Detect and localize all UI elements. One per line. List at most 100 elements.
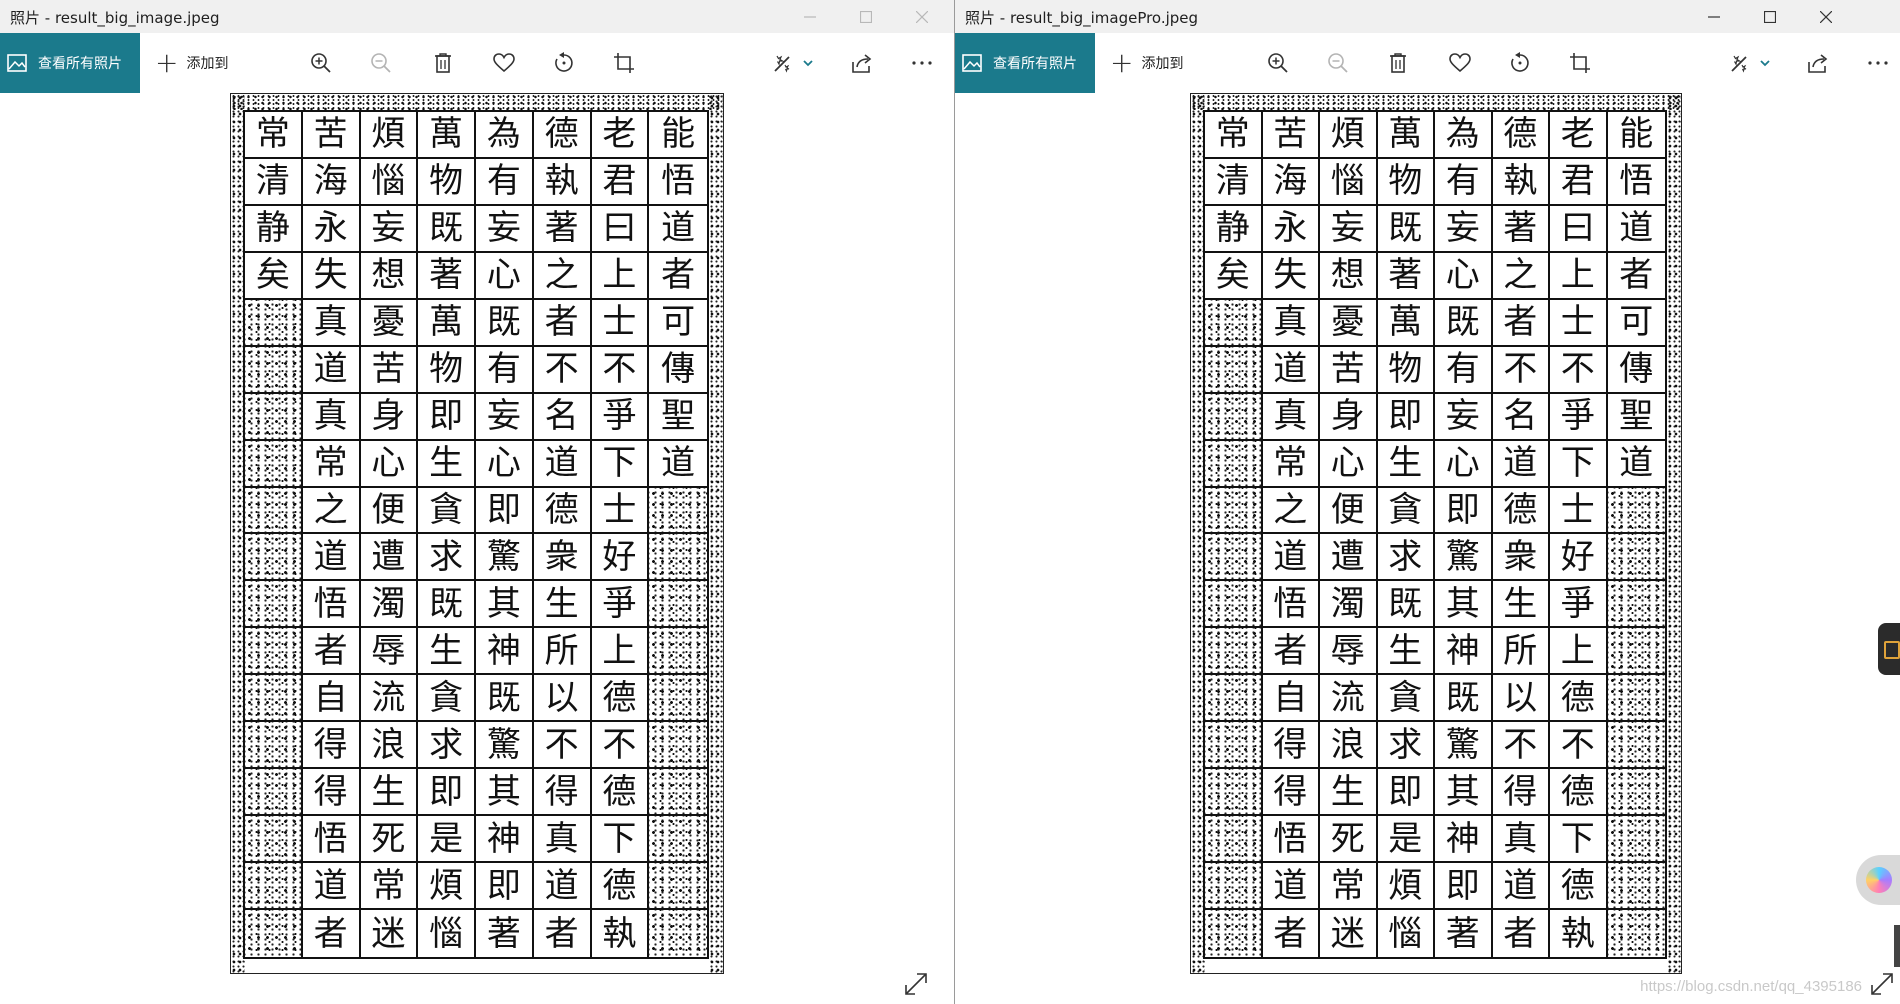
manuscript-cell: 上 <box>1550 628 1608 676</box>
manuscript-cell: 德 <box>533 487 592 535</box>
view-all-photos-button[interactable]: 查看所有照片 <box>0 33 140 93</box>
manuscript-cell: 求 <box>418 722 476 770</box>
manuscript-cell <box>1607 816 1665 864</box>
zoom-in-button[interactable] <box>1262 47 1294 79</box>
add-to-button[interactable]: + 添加到 <box>155 33 228 93</box>
share-button[interactable] <box>1802 47 1834 79</box>
manuscript-cell: 下 <box>591 816 650 864</box>
zoom-in-button[interactable] <box>305 47 337 79</box>
photo-toolbar: 查看所有照片 + 添加到 <box>0 33 954 93</box>
manuscript-cell: 君 <box>1550 158 1608 206</box>
manuscript-cell: 想 <box>360 252 419 300</box>
manuscript-image: 常苦煩萬為德老能清海惱物有執君悟静永妄既妄著曰道矣失想著心之上者真憂萬既者士可道… <box>230 93 724 974</box>
manuscript-cell <box>649 863 707 911</box>
manuscript-cell: 浪 <box>1320 722 1378 770</box>
manuscript-cell: 能 <box>1607 112 1665 159</box>
delete-button[interactable] <box>1382 47 1414 79</box>
manuscript-cell <box>1205 675 1263 723</box>
manuscript-cell: 神 <box>476 628 534 676</box>
delete-button[interactable] <box>427 47 459 79</box>
maximize-button[interactable] <box>838 0 894 33</box>
crop-button[interactable] <box>608 47 640 79</box>
crop-button[interactable] <box>1564 47 1596 79</box>
manuscript-cell: 得 <box>1262 722 1320 770</box>
manuscript-grid: 常苦煩萬為德老能清海惱物有執君悟静永妄既妄著曰道矣失想著心之上者真憂萬既者士可道… <box>243 110 709 959</box>
rotate-button[interactable] <box>1504 47 1536 79</box>
manuscript-cell: 其 <box>476 581 534 629</box>
manuscript-cell: 静 <box>245 205 303 253</box>
share-button[interactable] <box>846 47 878 79</box>
rotate-button[interactable] <box>548 47 580 79</box>
manuscript-cell: 即 <box>418 769 476 817</box>
manuscript-cell: 執 <box>591 910 650 957</box>
manuscript-cell: 遭 <box>1320 534 1378 582</box>
title-bar[interactable]: 照片 - result_big_image.jpeg <box>0 0 954 33</box>
manuscript-cell: 道 <box>1262 346 1320 394</box>
more-options-button[interactable] <box>906 47 938 79</box>
manuscript-cell: 士 <box>591 487 650 535</box>
zoom-out-button[interactable] <box>365 47 397 79</box>
photo-viewer[interactable]: 常苦煩萬為德老能清海惱物有執君悟静永妄既妄著曰道矣失想著心之上者真憂萬既者士可道… <box>0 93 954 1004</box>
manuscript-cell: 苦 <box>302 112 361 159</box>
manuscript-cell: 不 <box>533 722 592 770</box>
manuscript-cell: 辱 <box>1320 628 1378 676</box>
minimize-button[interactable] <box>1686 0 1742 33</box>
manuscript-cell: 心 <box>360 440 419 488</box>
scrollbar[interactable] <box>1894 925 1900 967</box>
minimize-button[interactable] <box>782 0 838 33</box>
manuscript-cell: 德 <box>591 863 650 911</box>
add-to-button[interactable]: + 添加到 <box>1110 33 1183 93</box>
manuscript-cell <box>1205 534 1263 582</box>
plus-icon: + <box>1110 46 1134 79</box>
favorite-button[interactable] <box>1444 47 1476 79</box>
manuscript-cell: 自 <box>1262 675 1320 723</box>
manuscript-cell <box>1205 769 1263 817</box>
photos-window-left: 照片 - result_big_image.jpeg 查看所有照片 + 添加到 <box>0 0 954 1004</box>
manuscript-cell <box>649 534 707 582</box>
manuscript-cell: 不 <box>591 722 650 770</box>
manuscript-cell <box>1205 816 1263 864</box>
favorite-button[interactable] <box>488 47 520 79</box>
expand-icon[interactable] <box>902 970 930 998</box>
manuscript-cell <box>1205 299 1263 347</box>
manuscript-cell: 即 <box>1435 487 1493 535</box>
manuscript-cell: 得 <box>533 769 592 817</box>
manuscript-cell: 是 <box>1377 816 1435 864</box>
manuscript-cell <box>1607 581 1665 629</box>
manuscript-grid: 常苦煩萬為德老能清海惱物有執君悟静永妄既妄著曰道矣失想著心之上者真憂萬既者士可道… <box>1203 110 1667 959</box>
photo-viewer[interactable]: 常苦煩萬為德老能清海惱物有執君悟静永妄既妄著曰道矣失想著心之上者真憂萬既者士可道… <box>955 93 1900 1004</box>
maximize-button[interactable] <box>1742 0 1798 33</box>
manuscript-cell: 道 <box>302 346 361 394</box>
manuscript-cell <box>1205 393 1263 441</box>
manuscript-cell <box>245 440 303 488</box>
side-tool-widget[interactable] <box>1878 623 1900 675</box>
edit-create-button[interactable] <box>770 47 818 79</box>
manuscript-cell: 妄 <box>360 205 419 253</box>
close-button[interactable] <box>1798 0 1854 33</box>
manuscript-cell: 可 <box>1607 299 1665 347</box>
manuscript-cell: 驚 <box>476 722 534 770</box>
expand-icon[interactable] <box>1868 970 1896 998</box>
trash-icon <box>1390 53 1406 73</box>
edit-create-button[interactable] <box>1727 47 1775 79</box>
manuscript-cell: 不 <box>591 346 650 394</box>
manuscript-cell: 既 <box>418 581 476 629</box>
rotate-icon <box>1511 52 1529 72</box>
manuscript-cell <box>649 910 707 957</box>
manuscript-cell: 妄 <box>476 205 534 253</box>
view-all-photos-button[interactable]: 查看所有照片 <box>955 33 1095 93</box>
manuscript-cell <box>245 722 303 770</box>
zoom-out-button[interactable] <box>1322 47 1354 79</box>
manuscript-cell: 流 <box>1320 675 1378 723</box>
manuscript-cell: 道 <box>302 534 361 582</box>
floating-assistant-ball[interactable] <box>1856 855 1900 905</box>
manuscript-cell: 者 <box>533 910 592 957</box>
more-options-button[interactable] <box>1862 47 1894 79</box>
close-button[interactable] <box>894 0 950 33</box>
manuscript-cell: 萬 <box>1377 299 1435 347</box>
title-bar[interactable]: 照片 - result_big_imagePro.jpeg <box>955 0 1900 33</box>
manuscript-cell: 德 <box>591 675 650 723</box>
manuscript-cell: 下 <box>591 440 650 488</box>
manuscript-cell: 既 <box>476 675 534 723</box>
manuscript-image: 常苦煩萬為德老能清海惱物有執君悟静永妄既妄著曰道矣失想著心之上者真憂萬既者士可道… <box>1190 93 1682 974</box>
